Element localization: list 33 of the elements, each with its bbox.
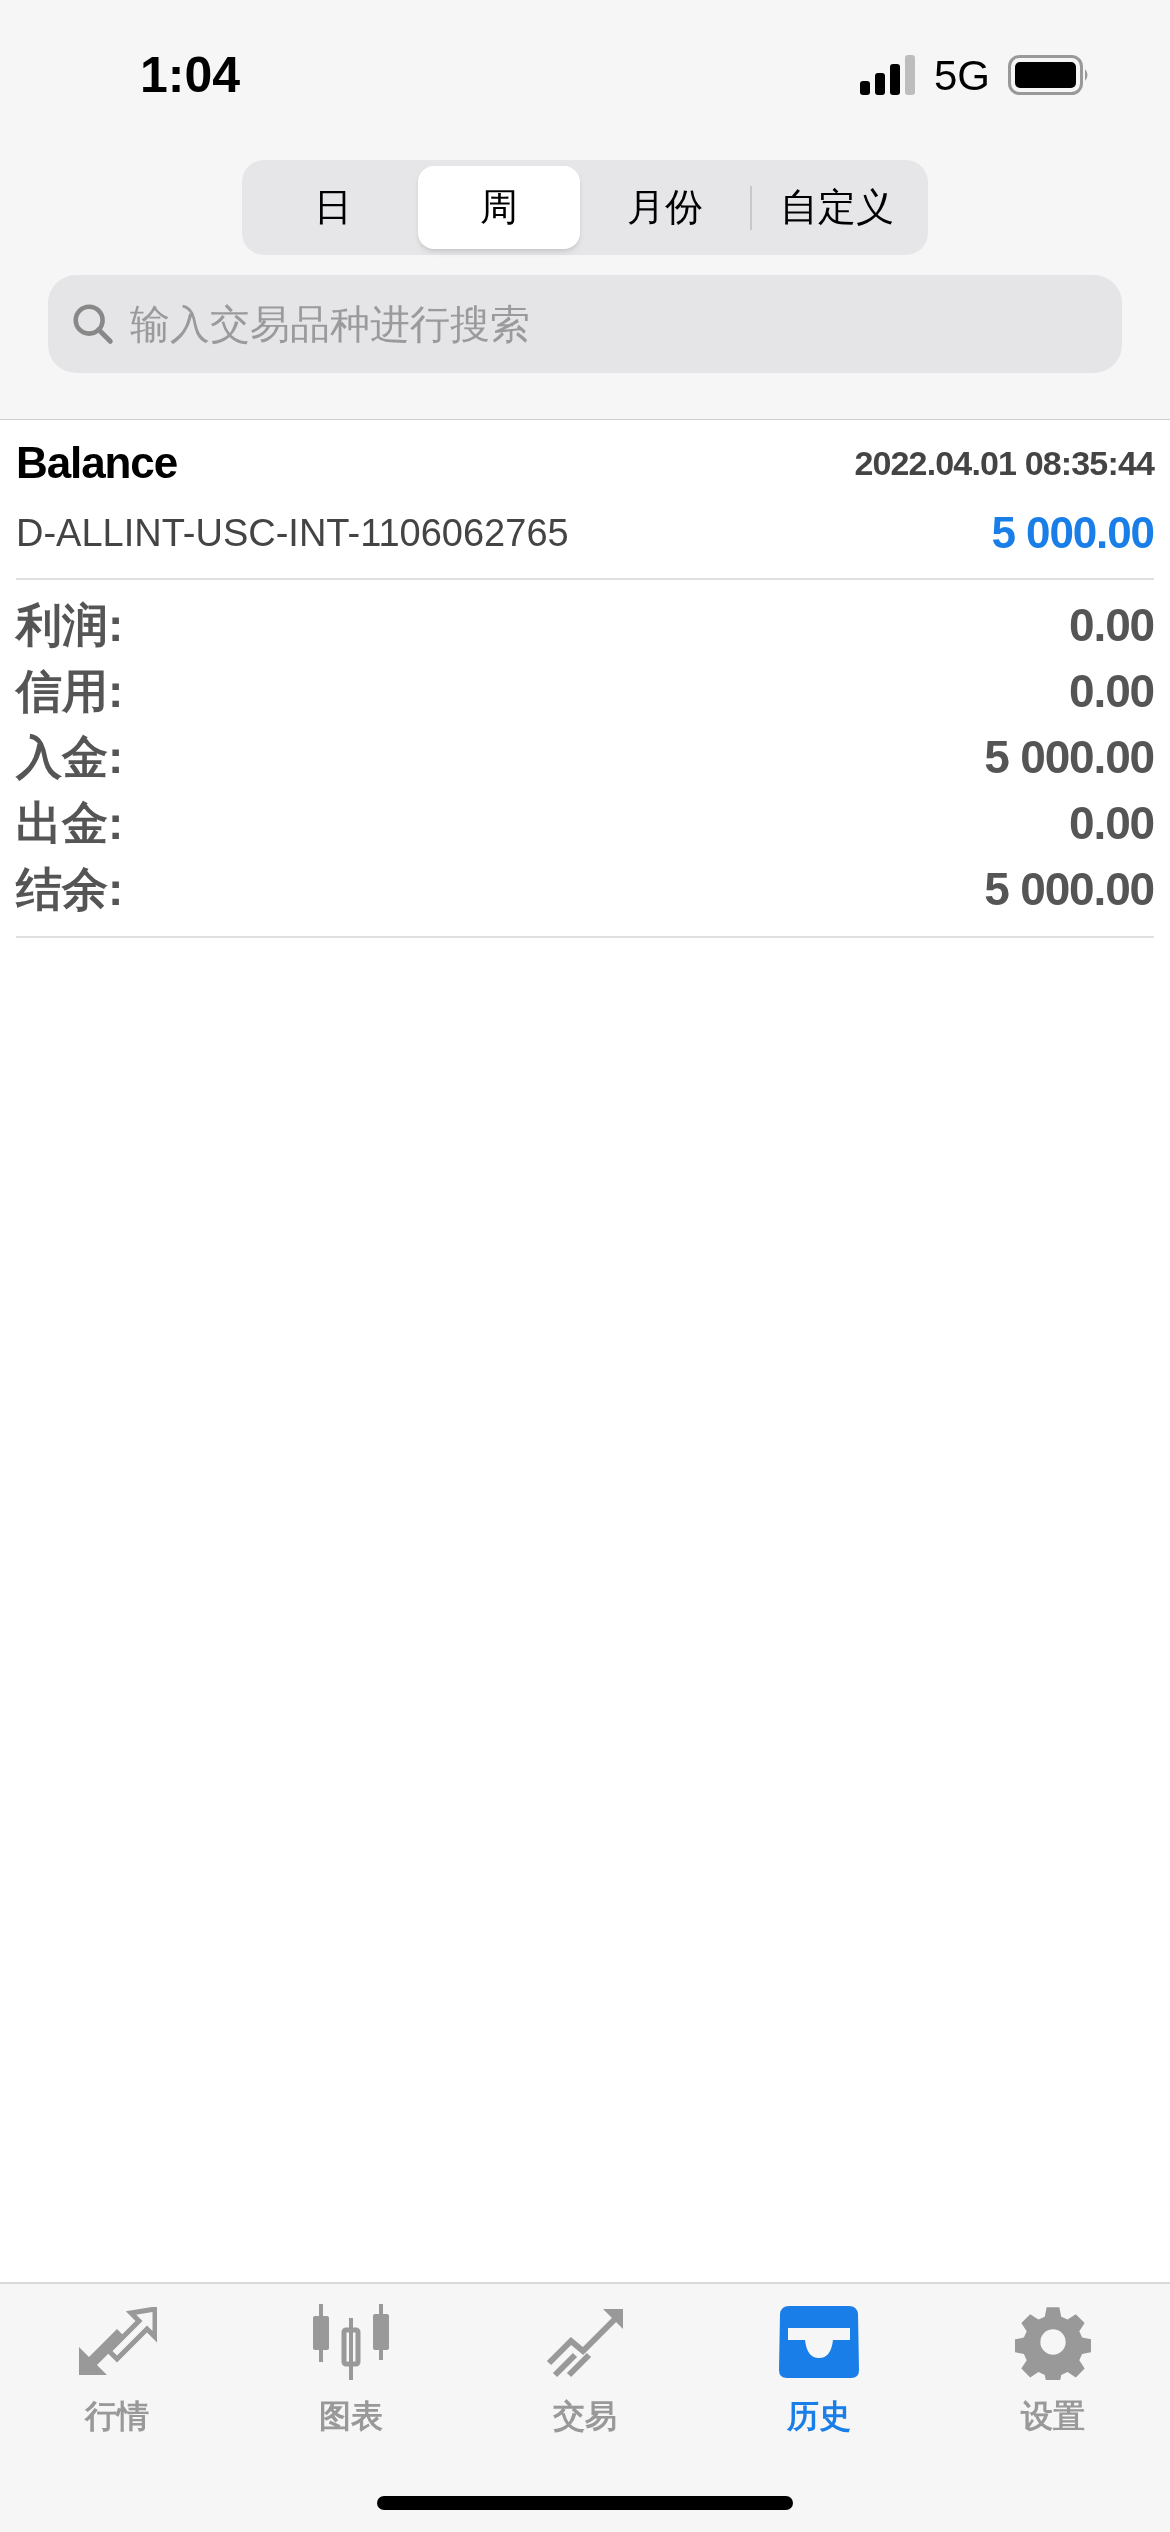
summary-value: 0.00 [1069,795,1154,851]
summary-value: 0.00 [1069,663,1154,719]
summary-label: 入金: [16,729,124,785]
settings-icon [1015,2304,1091,2380]
period-tab[interactable]: 月份 [580,166,750,249]
search-field[interactable]: 输入交易品种进行搜索 [48,275,1122,373]
summary-label: 信用: [16,663,124,719]
deal-type: Balance [16,437,178,489]
candlestick-icon [311,2304,391,2380]
tab-bar-item[interactable]: 图表 [251,2302,451,2440]
tab-bar-item[interactable]: 行情 [17,2302,217,2440]
summary-value: 5 000.00 [984,861,1154,917]
summary-value: 5 000.00 [984,729,1154,785]
period-tab[interactable]: 日 [248,166,418,249]
status-time: 1:04 [140,45,241,105]
summary-label: 出金: [16,795,124,851]
inbox-tray-icon [779,2306,859,2378]
signal-icon [859,55,916,95]
deal-amount: 5 000.00 [991,507,1154,559]
summary-label: 结余: [16,861,124,917]
tab-bar-item[interactable]: 设置 [953,2302,1153,2440]
summary-value: 0.00 [1069,597,1154,653]
network-label: 5G [933,50,990,101]
period-tab[interactable]: 自定义 [752,166,922,249]
battery-icon [1008,55,1090,95]
period-tab[interactable]: 周 [418,166,580,249]
double-arrow-icon [77,2307,157,2377]
account-id: D-ALLINT-USC-INT-1106062765 [16,510,569,556]
tab-bar-item[interactable]: 交易 [485,2302,685,2440]
deal-time: 2022.04.01 08:35:44 [854,442,1154,484]
search-icon [70,301,116,347]
tab-bar-item[interactable]: 历史 [719,2302,919,2440]
summary-label: 利润: [16,597,124,653]
